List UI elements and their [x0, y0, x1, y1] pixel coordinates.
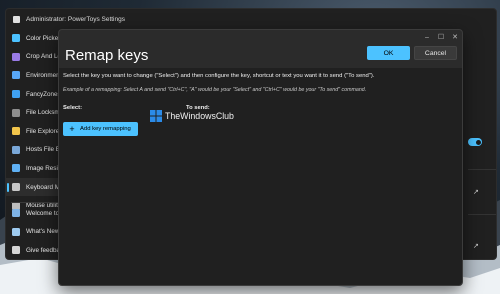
whats-new-icon [12, 227, 20, 236]
sidebar-item-label: Environmen [26, 71, 60, 79]
sidebar-item-label: FancyZones [26, 90, 61, 98]
sidebar-item-label: Color Picker [26, 34, 61, 42]
example-text: Example of a remapping: Select A and sen… [63, 87, 367, 93]
window-titlebar: Administrator: PowerToys Settings [6, 9, 496, 29]
settings-row-divider [468, 169, 496, 170]
sidebar-item-give-feedback[interactable]: Give feedba [6, 241, 66, 260]
sidebar-divider [11, 202, 61, 203]
fancyzones-icon [12, 90, 20, 99]
sidebar-item-label: File Locksmi [26, 109, 61, 117]
keyboard-icon [12, 183, 20, 192]
add-key-remapping-button[interactable]: + Add key remapping [63, 122, 138, 136]
window-title: Administrator: PowerToys Settings [26, 15, 125, 23]
sidebar-item-welcome[interactable]: Welcome to [6, 204, 66, 223]
enable-toggle[interactable] [468, 138, 482, 146]
close-icon[interactable]: ✕ [448, 30, 462, 44]
environment-icon [12, 71, 20, 80]
external-link-icon[interactable]: ↗ [473, 243, 480, 250]
sidebar-item-label: Keyboard M [26, 183, 60, 191]
sidebar-item-fancyzones[interactable]: FancyZones [6, 85, 66, 104]
file-locksmith-icon [12, 108, 20, 117]
sidebar-item-whats-new[interactable]: What's New [6, 223, 66, 242]
sidebar-item-file-locksmith[interactable]: File Locksmi [6, 103, 66, 122]
select-column-header: Select: [63, 105, 83, 111]
sidebar-item-hosts-file-editor[interactable]: Hosts File E [6, 141, 66, 160]
external-link-icon[interactable]: ↗ [473, 189, 480, 196]
sidebar-item-crop-and-lock[interactable]: Crop And Lo [6, 48, 66, 67]
powertoys-app-icon [13, 15, 20, 23]
feedback-icon [12, 246, 20, 255]
settings-row-divider [468, 214, 496, 215]
watermark-logo-icon [150, 110, 162, 122]
sidebar-item-label: What's New [26, 228, 60, 236]
sidebar-item-image-resizer[interactable]: Image Resiz [6, 159, 66, 178]
sidebar-footer-nav: Welcome to What's New Give feedba [6, 204, 66, 260]
sidebar-item-file-explorer-addons[interactable]: File Explore [6, 122, 66, 141]
sidebar-item-label: Welcome to [26, 209, 60, 217]
image-resizer-icon [12, 164, 20, 173]
dialog-title: Remap keys [65, 47, 149, 64]
sidebar-item-label: Give feedba [26, 246, 60, 254]
ok-button[interactable]: OK [367, 46, 410, 60]
maximize-icon[interactable]: ☐ [434, 30, 448, 44]
hosts-file-icon [12, 145, 20, 154]
sidebar-item-label: Hosts File E [26, 146, 60, 154]
color-picker-icon [12, 34, 20, 43]
watermark-text: TheWindowsClub [165, 111, 234, 121]
sidebar-nav: Color Picker Crop And Lo Environmen Fanc… [6, 29, 66, 215]
sidebar-item-label: File Explore [26, 127, 60, 135]
sidebar-item-keyboard-manager[interactable]: Keyboard M [6, 177, 66, 197]
file-explorer-icon [12, 127, 20, 136]
remap-content-panel: Select the key you want to change ("Sele… [59, 68, 462, 285]
sidebar-item-label: Image Resiz [26, 164, 61, 172]
dialog-window-controls: – ☐ ✕ [420, 30, 462, 44]
watermark: TheWindowsClub [150, 110, 234, 122]
welcome-icon [12, 209, 20, 218]
instructions-text: Select the key you want to change ("Sele… [63, 73, 375, 79]
crop-lock-icon [12, 52, 20, 61]
cancel-button[interactable]: Cancel [414, 46, 457, 60]
remap-keys-dialog: – ☐ ✕ Remap keys OK Cancel Select the ke… [58, 29, 463, 286]
sidebar-item-environment-variables[interactable]: Environmen [6, 66, 66, 85]
sidebar-item-label: Crop And Lo [26, 53, 62, 61]
add-key-remapping-label: Add key remapping [80, 126, 131, 132]
sidebar-item-color-picker[interactable]: Color Picker [6, 29, 66, 48]
plus-icon: + [69, 123, 75, 134]
minimize-icon[interactable]: – [420, 30, 434, 44]
